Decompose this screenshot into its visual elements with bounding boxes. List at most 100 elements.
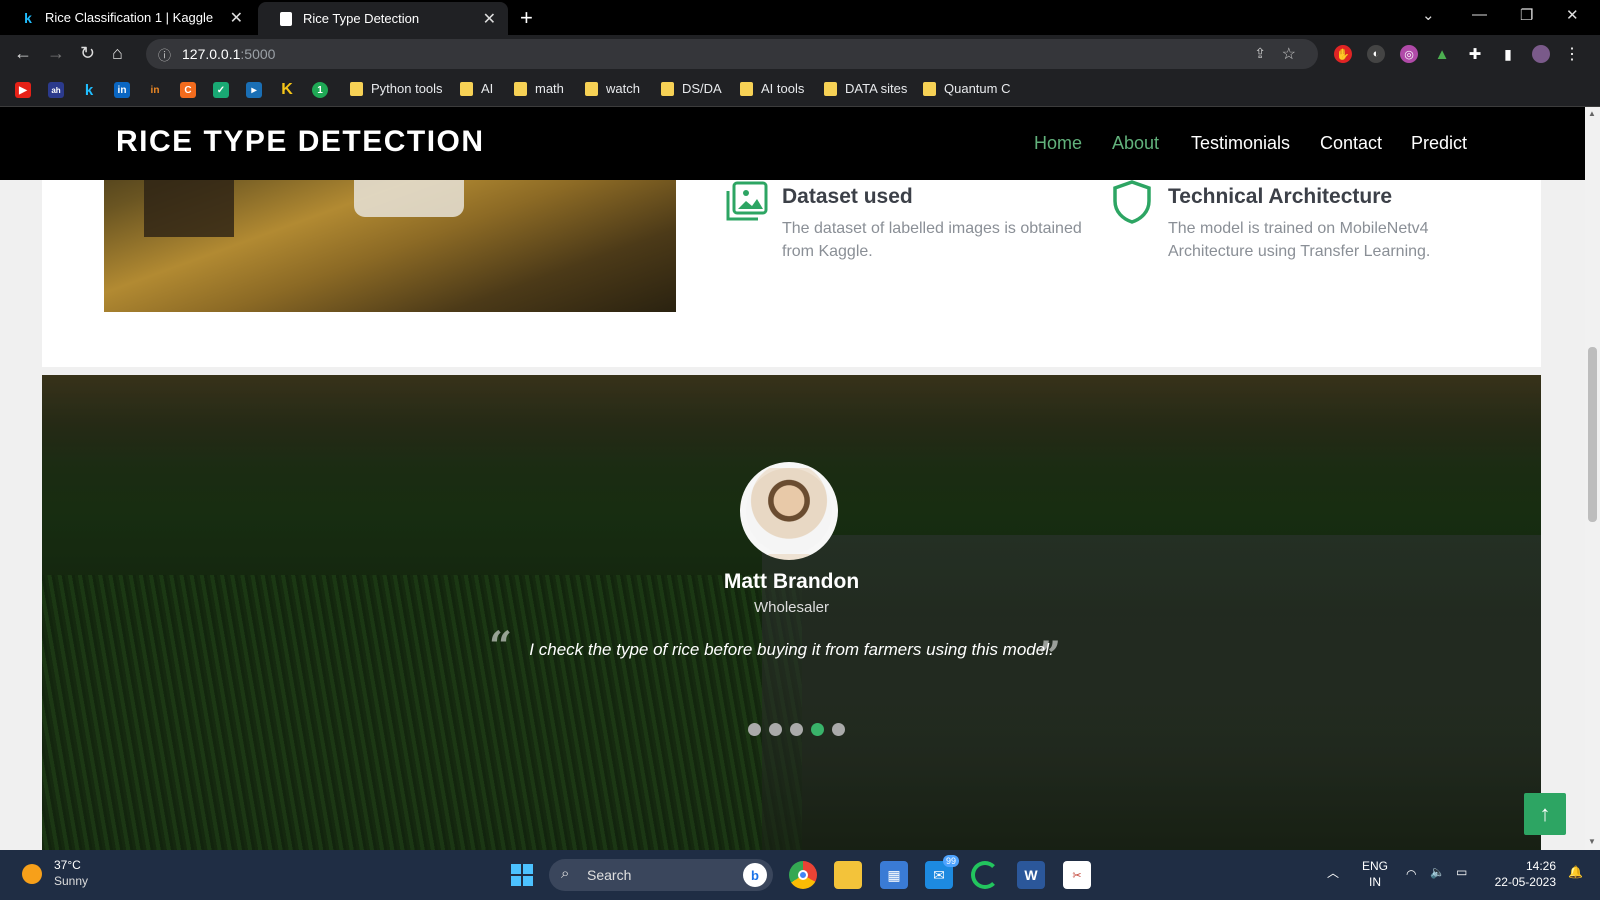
testimonial-name: Matt Brandon [723,570,860,593]
clock[interactable]: 14:26 22-05-2023 [1488,858,1556,890]
bookmark-folder[interactable]: AI [460,81,493,96]
tab-search-chevron-icon[interactable]: ⌄ [1422,6,1435,24]
extension-hand-icon[interactable]: ✋ [1334,45,1352,63]
extensions-puzzle-icon[interactable]: ✚ [1466,45,1484,63]
search-label: Search [587,867,632,883]
tab-rice-detection[interactable]: Rice Type Detection ✕ [258,2,508,35]
nav-testimonials[interactable]: Testimonials [1191,133,1290,154]
carousel-dot[interactable] [769,723,782,736]
url-text[interactable]: 127.0.0.1:5000 [182,46,275,62]
feature-text: The dataset of labelled images is obtain… [782,220,1082,260]
snipping-tool-icon[interactable]: ✂ [1063,861,1091,889]
language-indicator[interactable]: ENG IN [1362,858,1388,890]
tab-title: Rice Classification 1 | Kaggle [45,10,214,25]
volume-icon[interactable]: 🔈 [1430,864,1445,880]
profile-avatar[interactable] [1532,45,1550,63]
close-window-button[interactable]: ✕ [1566,6,1579,24]
start-button[interactable] [508,861,536,889]
bookmark-folder[interactable]: math [514,81,564,96]
page-scrollbar[interactable]: ▲ ▼ [1585,107,1600,850]
nav-contact[interactable]: Contact [1320,133,1382,154]
lang-region: IN [1369,875,1381,889]
home-icon[interactable]: ⌂ [112,43,123,64]
carousel-dot[interactable] [748,723,761,736]
taskbar-search[interactable]: ⌕ Search b [549,859,773,891]
nav-home[interactable]: Home [1034,133,1082,154]
weather-temp: 37°C [54,858,81,872]
bookmark-folder[interactable]: DATA sites [824,81,907,96]
mail-icon[interactable]: ✉ 99 [925,855,959,889]
bookmark-folder[interactable]: watch [585,81,640,96]
bookmark-folder[interactable]: AI tools [740,81,804,96]
folder-label: AI tools [761,81,805,96]
page-viewport: Dataset used The dataset of labelled ima… [0,107,1585,850]
extension-screen-icon[interactable]: ◐ [1367,45,1385,63]
video-bookmark-icon[interactable]: ▸ [246,82,262,98]
notification-icon[interactable]: 🔔 [1568,864,1583,880]
folder-label: AI [481,81,494,96]
carousel-dot[interactable] [790,723,803,736]
side-panel-icon[interactable]: ▮ [1499,45,1517,63]
wifi-icon[interactable]: ◠ [1406,866,1416,882]
internshala-bookmark-icon[interactable]: in [147,82,163,98]
back-to-top-button[interactable]: ↑ [1524,793,1566,835]
linkedin-bookmark-icon[interactable]: in [114,82,130,98]
kaggle-bookmark-icon[interactable]: k [81,82,97,99]
folder-icon [460,81,473,96]
scrollbar-thumb[interactable] [1588,347,1597,522]
k-bookmark-icon[interactable]: K [279,81,295,98]
bookmark-folder[interactable]: Python tools [350,81,443,96]
back-icon[interactable]: ← [14,43,32,64]
folder-label: Quantum C [944,81,1011,96]
reload-icon[interactable]: ↻ [80,43,95,64]
nav-predict[interactable]: Predict [1411,133,1467,154]
restore-button[interactable]: ❐ [1520,6,1533,24]
tray-chevron-icon[interactable]: ︿ [1327,865,1339,881]
folder-label: DATA sites [845,81,908,96]
avatar [740,462,838,560]
scroll-down-icon[interactable]: ▼ [1588,837,1596,846]
bookmark-folder[interactable]: Quantum C [923,81,1010,96]
word-icon[interactable]: W [1017,861,1045,889]
folder-label: Python tools [371,81,443,96]
minimize-button[interactable]: — [1472,6,1487,23]
carousel-dot-active[interactable] [811,723,824,736]
scroll-up-icon[interactable]: ▲ [1588,109,1596,118]
clock-date: 22-05-2023 [1494,875,1556,889]
bookmark-star-icon[interactable]: ☆ [1282,44,1296,64]
lang-code: ENG [1362,859,1389,873]
youtube-bookmark-icon[interactable]: ▶ [15,82,31,98]
close-tab-icon[interactable]: ✕ [483,9,496,29]
share-icon[interactable]: ⇪ [1254,45,1266,62]
extension-circle-icon[interactable]: ◎ [1400,45,1418,63]
tab-kaggle[interactable]: k Rice Classification 1 | Kaggle ✕ [0,0,255,35]
one-bookmark-icon[interactable]: 1 [312,82,328,98]
c-bookmark-icon[interactable]: C [180,82,196,98]
analytics-bookmark-icon[interactable]: ah [48,82,64,98]
site-info-icon[interactable]: ⓘ [158,45,171,64]
site-brand[interactable]: RICE TYPE DETECTION [116,125,485,159]
loading-app-icon[interactable] [971,861,999,889]
bing-icon[interactable]: b [743,863,767,887]
forward-icon[interactable]: → [47,43,65,64]
file-explorer-icon[interactable] [834,861,862,889]
new-tab-button[interactable]: + [520,5,533,31]
battery-icon[interactable]: ▭ [1456,864,1467,880]
chrome-taskbar-icon[interactable] [789,861,817,889]
carousel-dots [748,723,845,736]
feature-title: Technical Architecture [1168,185,1393,208]
nav-about[interactable]: About [1112,133,1159,154]
bookmark-folder[interactable]: DS/DA [661,81,722,96]
close-tab-icon[interactable]: ✕ [230,8,243,28]
folder-icon [585,81,598,96]
photos-icon[interactable]: ▦ [880,861,908,889]
shield-bookmark-icon[interactable]: ✓ [213,82,229,98]
testimonial-quote: I check the type of rice before buying i… [529,640,1054,659]
menu-kebab-icon[interactable]: ⋮ [1563,45,1581,63]
testimonials-section: Matt Brandon Wholesaler “ I check the ty… [42,375,1541,850]
address-bar-row: ← → ↻ ⌂ ⓘ 127.0.0.1:5000 ⇪ ☆ ✋ ◐ ◎ ▲ ✚ ▮… [0,35,1600,73]
weather-condition: Sunny [54,874,89,888]
drive-icon[interactable]: ▲ [1433,45,1451,63]
omnibox[interactable]: ⓘ 127.0.0.1:5000 ⇪ ☆ [146,39,1318,69]
carousel-dot[interactable] [832,723,845,736]
